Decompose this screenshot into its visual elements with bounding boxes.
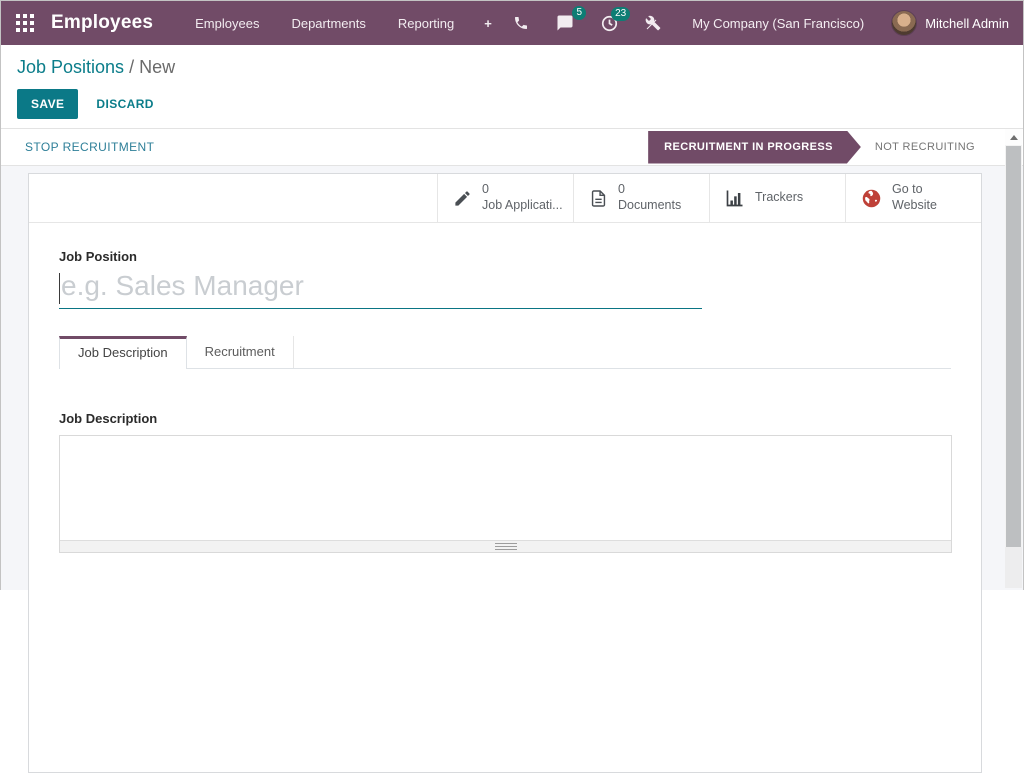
save-button[interactable]: SAVE — [17, 89, 78, 119]
stop-recruitment-button[interactable]: STOP RECRUITMENT — [25, 140, 154, 154]
form-sheet: 0 Job Applicati... 0 Documents — [28, 173, 982, 773]
state-not-recruiting[interactable]: NOT RECRUITING — [875, 141, 975, 153]
scrollbar-thumb[interactable] — [1006, 146, 1021, 547]
tab-recruitment[interactable]: Recruitment — [187, 336, 294, 368]
go-to-website-button[interactable]: Go to Website — [845, 174, 981, 222]
trackers-button[interactable]: Trackers — [709, 174, 845, 222]
apps-grid-icon — [16, 14, 34, 32]
stat-label: Trackers — [755, 190, 803, 206]
tab-job-description[interactable]: Job Description — [59, 336, 187, 369]
stat-count: 0 — [482, 182, 563, 198]
job-description-textarea[interactable] — [60, 436, 951, 540]
grip-icon — [495, 543, 517, 550]
document-icon — [589, 189, 608, 208]
breadcrumb-job-positions[interactable]: Job Positions — [17, 57, 124, 77]
messages-badge: 5 — [572, 6, 586, 20]
company-switcher[interactable]: My Company (San Francisco) — [692, 16, 864, 31]
user-avatar — [891, 10, 917, 36]
top-navbar: Employees Employees Departments Reportin… — [1, 1, 1023, 45]
job-description-label: Job Description — [59, 411, 157, 426]
breadcrumb: Job Positions / New — [17, 57, 1007, 78]
tools-icon — [645, 15, 661, 31]
chat-icon — [556, 14, 574, 32]
job-applications-button[interactable]: 0 Job Applicati... — [437, 174, 573, 222]
bar-chart-icon — [725, 188, 745, 208]
stat-count: 0 — [618, 182, 681, 198]
state-recruitment-in-progress[interactable]: RECRUITMENT IN PROGRESS — [648, 131, 861, 164]
add-menu-button[interactable]: + — [470, 1, 506, 45]
scrollbar-up-button[interactable] — [1005, 129, 1022, 145]
voip-button[interactable] — [513, 15, 529, 31]
form-statusbar: STOP RECRUITMENT RECRUITMENT IN PROGRESS… — [1, 129, 1023, 166]
menu-item-departments[interactable]: Departments — [275, 1, 381, 45]
menu-item-employees[interactable]: Employees — [179, 1, 275, 45]
app-title[interactable]: Employees — [51, 12, 153, 34]
control-panel: Job Positions / New SAVE DISCARD — [1, 45, 1023, 129]
navbar-systray: 5 23 My Company (San Francisco) Mitchel — [513, 10, 1009, 36]
pencil-icon — [453, 189, 472, 208]
discard-button[interactable]: DISCARD — [96, 97, 153, 111]
stat-label: Documents — [618, 198, 681, 214]
text-cursor — [59, 273, 60, 304]
stat-button-box: 0 Job Applicati... 0 Documents — [29, 174, 981, 223]
menu-item-reporting[interactable]: Reporting — [382, 1, 470, 45]
state-widget: RECRUITMENT IN PROGRESS NOT RECRUITING — [648, 131, 989, 164]
activities-button[interactable]: 23 — [601, 15, 618, 32]
breadcrumb-current: New — [139, 57, 175, 77]
main-menu: Employees Departments Reporting + — [179, 1, 506, 45]
stat-label: Go to — [892, 182, 937, 198]
globe-icon — [861, 188, 882, 209]
form-view: 0 Job Applicati... 0 Documents — [1, 166, 1023, 590]
job-position-label: Job Position — [59, 249, 137, 264]
editor-resize-handle[interactable] — [60, 540, 951, 552]
activities-badge: 23 — [611, 7, 630, 21]
notebook-tabs: Job Description Recruitment — [59, 336, 951, 369]
apps-menu-button[interactable] — [1, 1, 49, 45]
chevron-up-icon — [1010, 135, 1018, 140]
breadcrumb-separator: / — [129, 57, 134, 77]
tools-button[interactable] — [645, 15, 661, 31]
stat-label: Job Applicati... — [482, 198, 563, 214]
documents-button[interactable]: 0 Documents — [573, 174, 709, 222]
messages-button[interactable]: 5 — [556, 14, 574, 32]
job-description-editor — [59, 435, 952, 553]
job-position-input[interactable] — [59, 268, 702, 309]
phone-icon — [513, 15, 529, 31]
user-menu[interactable]: Mitchell Admin — [891, 10, 1009, 36]
vertical-scrollbar[interactable] — [1005, 129, 1022, 588]
scrollbar-track[interactable] — [1005, 547, 1022, 588]
user-name: Mitchell Admin — [925, 16, 1009, 31]
